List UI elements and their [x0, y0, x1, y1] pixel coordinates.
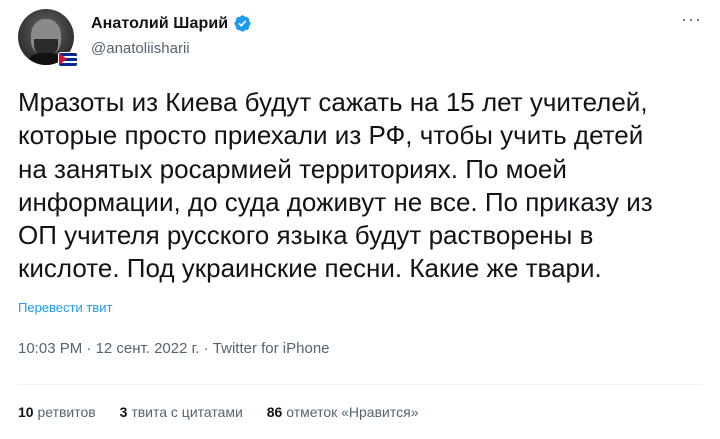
translate-tweet-link[interactable]: Перевести твит [18, 300, 112, 315]
quotes-count: 3 [119, 404, 128, 420]
tweet-stats: 10 ретвитов 3 твита с цитатами 86 отмето… [18, 404, 438, 420]
tweet-time[interactable]: 10:03 PM [18, 340, 82, 357]
tweet-text-line: которые просто приехали из РФ, чтобы учи… [18, 120, 644, 151]
tweet-meta: 10:03 PM · 12 сент. 2022 г. · Twitter fo… [18, 340, 330, 357]
author-display-name[interactable]: Анатолий Шарий [91, 15, 228, 33]
author-handle[interactable]: @anatoliisharii [91, 40, 190, 57]
tweet-text-line: кислоте. Под украинские песни. Какие же … [18, 253, 602, 284]
author-name-row: Анатолий Шарий [91, 14, 252, 33]
meta-separator: · [199, 340, 213, 357]
tweet-text-line: ОП учителя русского языка будут растворе… [18, 220, 594, 251]
verified-badge-icon [233, 14, 252, 33]
tweet-text-line: Мразоты из Киева будут сажать на 15 лет … [18, 87, 648, 117]
tweet-date[interactable]: 12 сент. 2022 г. [96, 340, 200, 357]
tweet-text-line: информации, до суда доживут не все. По п… [18, 186, 653, 217]
tweet-source[interactable]: Twitter for iPhone [213, 340, 330, 357]
more-options-icon[interactable]: ··· [681, 10, 702, 28]
tweet-text-line: на занятых росармией территориях. По мое… [18, 153, 567, 184]
quotes-label: твита с цитатами [131, 404, 243, 420]
divider [18, 384, 702, 385]
retweets-stat[interactable]: 10 ретвитов [18, 404, 96, 420]
likes-count: 86 [266, 404, 283, 420]
meta-separator: · [82, 340, 96, 357]
retweets-count: 10 [18, 404, 34, 420]
tweet-text: Мразоты из Киева будут сажать на 15 лет … [18, 86, 708, 286]
cuba-flag-icon [58, 52, 78, 67]
quotes-stat[interactable]: 3 твита с цитатами [120, 404, 243, 420]
retweets-label: ретвитов [37, 404, 96, 420]
likes-stat[interactable]: 86 отметок «Нравится» [267, 404, 419, 420]
likes-label: отметок «Нравится» [286, 404, 419, 420]
